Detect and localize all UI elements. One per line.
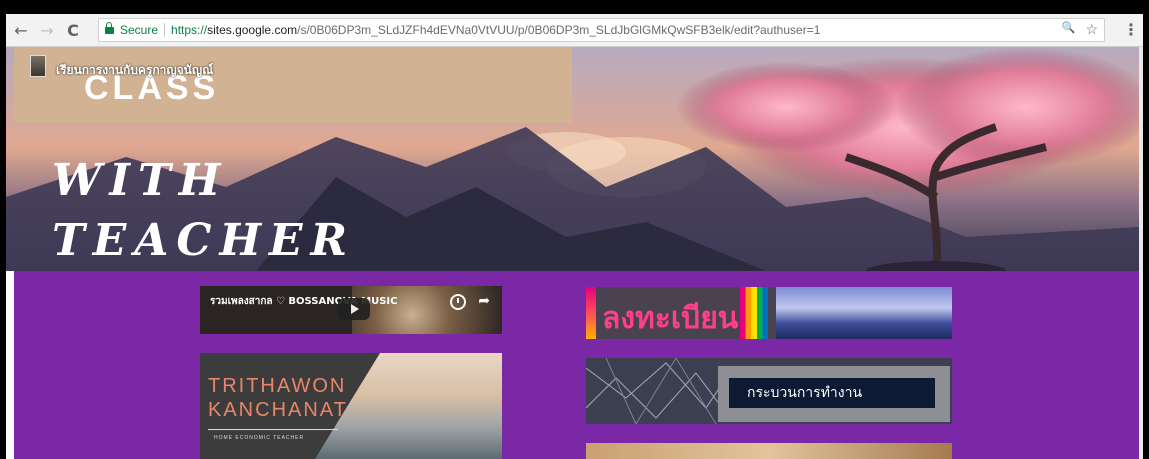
left-color-stripe — [586, 287, 596, 339]
url-host: sites.google.com — [207, 23, 298, 37]
reload-button[interactable]: C — [62, 19, 84, 41]
process-label: กระบวนการทำงาน — [729, 378, 935, 408]
url-text[interactable]: https://sites.google.com/s/0B06DP3m_SLdJ… — [171, 23, 820, 37]
with-heading: WITH — [52, 155, 229, 206]
browser-menu-icon[interactable]: ⋮ — [1123, 20, 1139, 39]
url-protocol: https:// — [171, 23, 208, 37]
purple-content-area: รวมเพลงสากล ♡ BOSSANOVA MUSIC ➦ TRITHAWO… — [14, 271, 1139, 459]
url-path: /s/0B06DP3m_SLdJZFh4dEVNa0VtVUU/p/0B06DP… — [297, 23, 821, 37]
secure-label: Secure — [120, 23, 159, 37]
banner-divider — [208, 429, 338, 430]
page-scrollbar[interactable] — [1139, 47, 1143, 459]
share-icon[interactable]: ➦ — [478, 293, 490, 309]
register-banner[interactable]: ลงทะเบียน — [586, 287, 952, 339]
site-avatar[interactable] — [30, 55, 46, 77]
banner-subtitle: HOME ECONOMIC TEACHER — [214, 435, 305, 441]
lock-icon — [105, 21, 114, 35]
site-title[interactable]: เรียนการงานกับครูกาญจนัญณ์ — [56, 61, 213, 80]
rainbow-stripe — [740, 287, 768, 339]
teacher-heading: TEACHER — [52, 215, 356, 266]
banner-name-line1: TRITHAWON — [208, 375, 347, 397]
bookmark-star-icon[interactable]: ☆ — [1085, 21, 1098, 38]
process-banner[interactable]: กระบวนการทำงาน — [586, 358, 952, 424]
address-bar[interactable]: Secure https://sites.google.com/s/0B06DP… — [98, 18, 1105, 42]
register-label: ลงทะเบียน — [602, 301, 739, 336]
register-photo — [776, 287, 952, 339]
page-content: CLASS เรียนการงานกับครูกาญจนัญณ์ WITH TE… — [6, 47, 1143, 459]
omnibox-separator — [164, 23, 166, 37]
geometric-pattern — [586, 358, 726, 424]
trithawon-banner[interactable]: TRITHAWON KANCHANAT HOME ECONOMIC TEACHE… — [200, 353, 502, 459]
banner-name-line2: KANCHANAT — [208, 399, 348, 421]
youtube-video-embed[interactable]: รวมเพลงสากล ♡ BOSSANOVA MUSIC ➦ — [200, 286, 502, 334]
third-banner[interactable] — [586, 443, 952, 459]
back-button[interactable]: ← — [10, 19, 32, 41]
zoom-icon[interactable]: 🔍 — [1062, 21, 1076, 38]
forward-button[interactable]: → — [36, 19, 58, 41]
header-banner: CLASS เรียนการงานกับครูกาญจนัญณ์ WITH TE… — [6, 47, 1139, 271]
watch-later-icon[interactable] — [450, 294, 466, 310]
browser-toolbar: ← → C Secure https://sites.google.com/s/… — [6, 14, 1143, 47]
browser-window: ← → C Secure https://sites.google.com/s/… — [6, 14, 1143, 459]
play-button-icon[interactable] — [338, 298, 370, 320]
